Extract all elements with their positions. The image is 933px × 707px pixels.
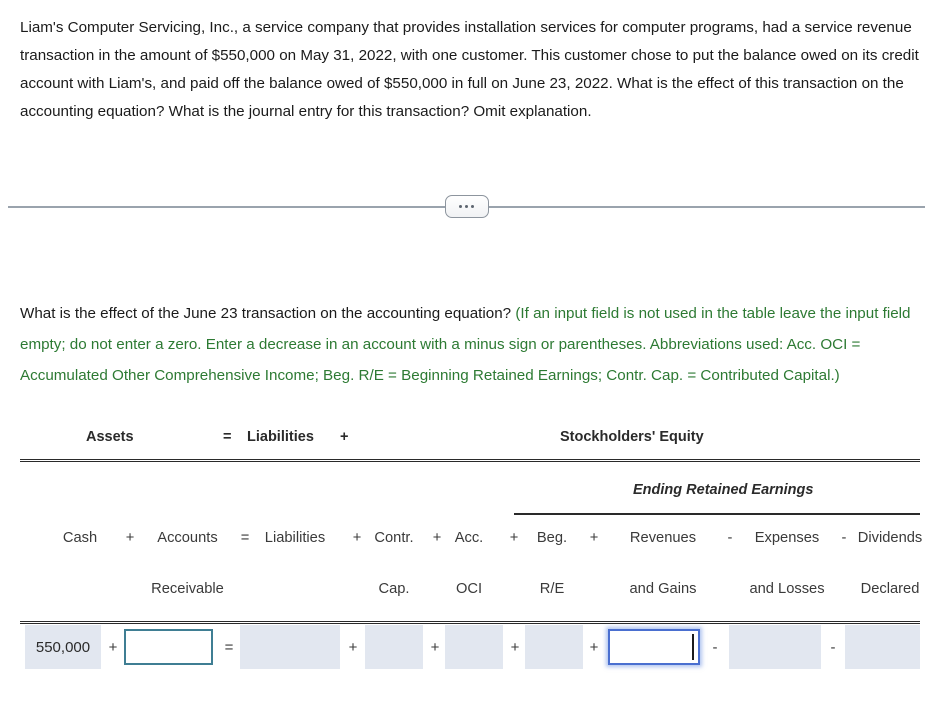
- problem-statement: Liam's Computer Servicing, Inc., a servi…: [20, 19, 919, 120]
- instruction-block: What is the effect of the June 23 transa…: [20, 298, 920, 391]
- row-operator-4: +: [430, 638, 440, 656]
- column-subheader-receivable: Receivable: [151, 581, 224, 597]
- column-header-beg-re: Beg.: [536, 530, 568, 546]
- instruction-question: What is the effect of the June 23 transa…: [20, 305, 512, 322]
- column-subheader-declared: Declared: [860, 581, 920, 597]
- row-operator-7: -: [712, 638, 718, 656]
- cell-liabilities-value: [240, 625, 340, 669]
- cell-beg-re-value: [525, 625, 583, 669]
- cell-beg-re[interactable]: [525, 625, 583, 669]
- ellipsis-dot-3: [471, 205, 474, 208]
- column-header-liabilities: Liabilities: [264, 530, 326, 546]
- column-header-revenues-and-gains: Revenues: [629, 530, 697, 546]
- ellipsis-dot-2: [465, 205, 468, 208]
- cell-contr-cap-value: [365, 625, 423, 669]
- group-header-stockholders-equity: Stockholders' Equity: [560, 429, 704, 445]
- subgroup-header-ending-retained-earnings: Ending Retained Earnings: [633, 482, 814, 498]
- header-rule: [20, 459, 920, 462]
- cell-liabilities[interactable]: [240, 625, 340, 669]
- cell-acc-oci-value: [445, 625, 503, 669]
- column-header-acc-oci: Acc.: [454, 530, 484, 546]
- column-header-cash: Cash: [62, 530, 98, 546]
- row-operator-5: +: [510, 638, 520, 656]
- cell-cash-value: 550,000: [35, 638, 91, 656]
- subgroup-rule: [514, 513, 920, 515]
- row-operator-1: +: [108, 638, 118, 656]
- group-header-liabilities: Liabilities: [247, 429, 314, 445]
- row-operator-2: =: [224, 638, 234, 656]
- column-subheader-and-gains: and Gains: [629, 581, 697, 597]
- accounting-equation-table: Assets = Liabilities + Stockholders' Equ…: [20, 425, 922, 685]
- row-operator-3: +: [348, 638, 358, 656]
- cell-acc-oci[interactable]: [445, 625, 503, 669]
- revenues-and-gains-input[interactable]: [608, 629, 700, 665]
- group-header-assets: Assets: [86, 429, 134, 445]
- cell-dividends-declared-value: [845, 625, 920, 669]
- column-subheader-and-losses: and Losses: [749, 581, 825, 597]
- column-header-contr-cap: Contr.: [374, 530, 414, 546]
- ellipsis-icon[interactable]: [444, 195, 489, 218]
- column-subheader-cap: Cap.: [378, 581, 410, 597]
- group-header-plus: +: [340, 429, 349, 445]
- ellipsis-dot-1: [459, 205, 462, 208]
- cell-dividends-declared[interactable]: [845, 625, 920, 669]
- row-operator-8: -: [830, 638, 836, 656]
- accounts-receivable-input[interactable]: [124, 629, 213, 665]
- cell-expenses-and-losses-value: [729, 625, 821, 669]
- text-caret: [692, 634, 694, 660]
- table-row: 550,000 + = + + + + - -: [20, 625, 920, 669]
- group-header-row: Assets = Liabilities + Stockholders' Equ…: [20, 425, 920, 457]
- cell-cash: 550,000: [25, 625, 101, 669]
- column-subheader-re: R/E: [539, 581, 565, 597]
- data-row-rule: [20, 621, 920, 624]
- column-subheader-oci: OCI: [455, 581, 483, 597]
- cell-contr-cap[interactable]: [365, 625, 423, 669]
- row-operator-6: +: [589, 638, 599, 656]
- group-header-equals: =: [223, 429, 232, 445]
- cell-expenses-and-losses[interactable]: [729, 625, 821, 669]
- column-header-expenses-and-losses: Expenses: [754, 530, 820, 546]
- column-header-dividends-declared: Dividends: [857, 530, 923, 546]
- section-divider: [0, 195, 933, 219]
